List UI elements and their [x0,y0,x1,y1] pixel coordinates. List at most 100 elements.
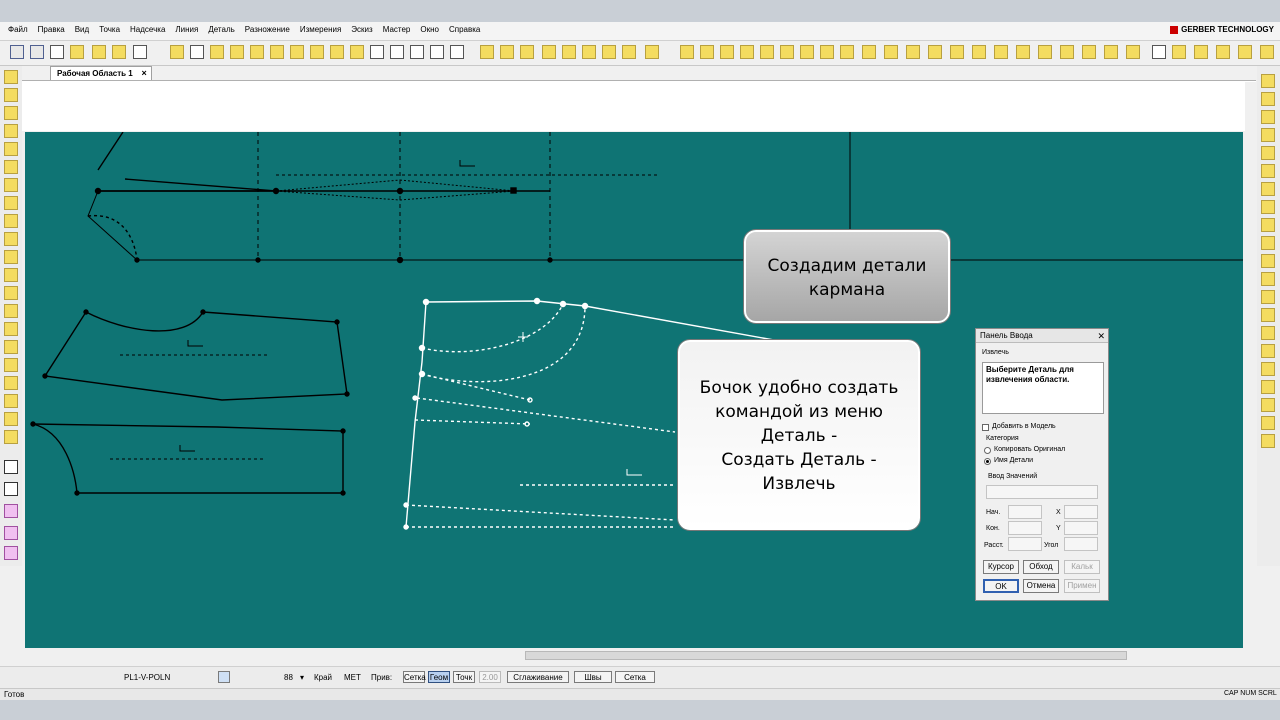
tool-icon[interactable] [1261,290,1275,304]
toolbar-tool-icon[interactable] [1038,45,1052,59]
toolbar-tool-icon[interactable] [780,45,794,59]
menu-wizard[interactable]: Мастер [383,25,411,34]
menu-view[interactable]: Вид [75,25,89,34]
tool-icon[interactable] [4,250,18,264]
layer-color-swatch[interactable] [218,671,230,683]
chevron-down-icon[interactable]: ▾ [300,672,304,684]
scrollbar-thumb[interactable] [525,651,1127,660]
toolbar-tool-icon[interactable] [330,45,344,59]
tool-icon[interactable] [1261,380,1275,394]
toolbar-tool-icon[interactable] [972,45,986,59]
toolbar-tool-icon[interactable] [928,45,942,59]
seams-button[interactable]: Швы [574,671,612,683]
piece-name-radio[interactable] [984,458,991,465]
toolbar-tool-icon[interactable] [112,45,126,59]
tool-icon[interactable] [1261,92,1275,106]
tool-icon[interactable] [4,178,18,192]
grid-icon[interactable] [4,460,18,474]
tool-icon[interactable] [1261,236,1275,250]
snap-grid-button[interactable]: Сетка [403,671,426,683]
menu-measure[interactable]: Измерения [300,25,341,34]
x-field[interactable] [1064,505,1098,519]
toolbar-tool-icon[interactable] [840,45,854,59]
tool-icon[interactable] [4,322,18,336]
tool-icon[interactable] [1261,74,1275,88]
tool-icon[interactable] [1261,110,1275,124]
toolbar-tool-icon[interactable] [170,45,184,59]
tool-icon[interactable] [1261,362,1275,376]
toolbar-tool-icon[interactable] [290,45,304,59]
menu-point[interactable]: Точка [99,25,120,34]
zoom-icon[interactable] [133,45,147,59]
toolbar-tool-icon[interactable] [50,45,64,59]
tool-icon[interactable] [1261,308,1275,322]
toolbar-tool-icon[interactable] [190,45,204,59]
toolbar-tool-icon[interactable] [1016,45,1030,59]
toolbar-tool-icon[interactable] [70,45,84,59]
toolbar-tool-icon[interactable] [1082,45,1096,59]
toolbar-tool-icon[interactable] [1216,45,1230,59]
close-icon[interactable]: ✕ [1097,329,1105,343]
menu-window[interactable]: Окно [420,25,439,34]
toolbar-tool-icon[interactable] [250,45,264,59]
tool-icon[interactable] [4,430,18,444]
vertical-scrollbar[interactable] [1245,82,1256,648]
toolbar-tool-icon[interactable] [1172,45,1186,59]
distance-field[interactable] [1008,537,1042,551]
toolbar-tool-icon[interactable] [645,45,659,59]
menu-edit[interactable]: Правка [38,25,65,34]
tool-icon[interactable] [4,196,18,210]
toolbar-tool-icon[interactable] [390,45,404,59]
tool-icon[interactable] [4,340,18,354]
tool-icon[interactable] [4,124,18,138]
toolbar-tool-icon[interactable] [862,45,876,59]
tool-icon[interactable] [4,106,18,120]
tool-icon[interactable] [4,412,18,426]
toolbar-tool-icon[interactable] [602,45,616,59]
tool-icon[interactable] [1261,254,1275,268]
tool-icon[interactable] [1261,128,1275,142]
toolbar-tool-icon[interactable] [310,45,324,59]
tool-icon[interactable] [4,160,18,174]
tool-icon[interactable] [1261,200,1275,214]
tab-workspace-1[interactable]: Рабочая Область 1 × [50,66,152,80]
toolbar-tool-icon[interactable] [680,45,694,59]
new-file-icon[interactable] [1152,45,1166,59]
toolbar-tool-icon[interactable] [520,45,534,59]
toolbar-tool-icon[interactable] [1194,45,1208,59]
tool-icon[interactable] [4,70,18,84]
tool-icon[interactable] [4,286,18,300]
tool-icon[interactable] [1261,416,1275,430]
toolbar-tool-icon[interactable] [906,45,920,59]
tool-icon[interactable] [1261,164,1275,178]
menu-grading[interactable]: Разножение [245,25,290,34]
tool-icon[interactable] [4,504,18,518]
cursor-button[interactable]: Курсор [983,560,1019,574]
toolbar-tool-icon[interactable] [92,45,106,59]
toolbar-tool-icon[interactable] [370,45,384,59]
toolbar-tool-icon[interactable] [450,45,464,59]
tool-icon[interactable] [4,214,18,228]
tool-icon[interactable] [4,232,18,246]
tool-icon[interactable] [1261,434,1275,448]
menu-line[interactable]: Линия [175,25,198,34]
snap-geom-button[interactable]: Геом [428,671,450,683]
grid-button[interactable]: Сетка [615,671,655,683]
close-icon[interactable]: × [141,67,146,80]
toolbar-tool-icon[interactable] [1260,45,1274,59]
toolbar-tool-icon[interactable] [884,45,898,59]
toolbar-tool-icon[interactable] [1060,45,1074,59]
cancel-button[interactable]: Отмена [1023,579,1059,593]
toolbar-tool-icon[interactable] [230,45,244,59]
tool-icon[interactable] [1261,344,1275,358]
tool-icon[interactable] [4,394,18,408]
toolbar-tool-icon[interactable] [480,45,494,59]
menu-sketch[interactable]: Эскиз [351,25,372,34]
toolbar-tool-icon[interactable] [740,45,754,59]
snap-point-button[interactable]: Точк [453,671,475,683]
toolbar-tool-icon[interactable] [430,45,444,59]
apply-button[interactable]: Примен [1064,579,1100,593]
tool-icon[interactable] [4,546,18,560]
horizontal-scrollbar[interactable] [25,649,1243,661]
tool-icon[interactable] [1261,272,1275,286]
